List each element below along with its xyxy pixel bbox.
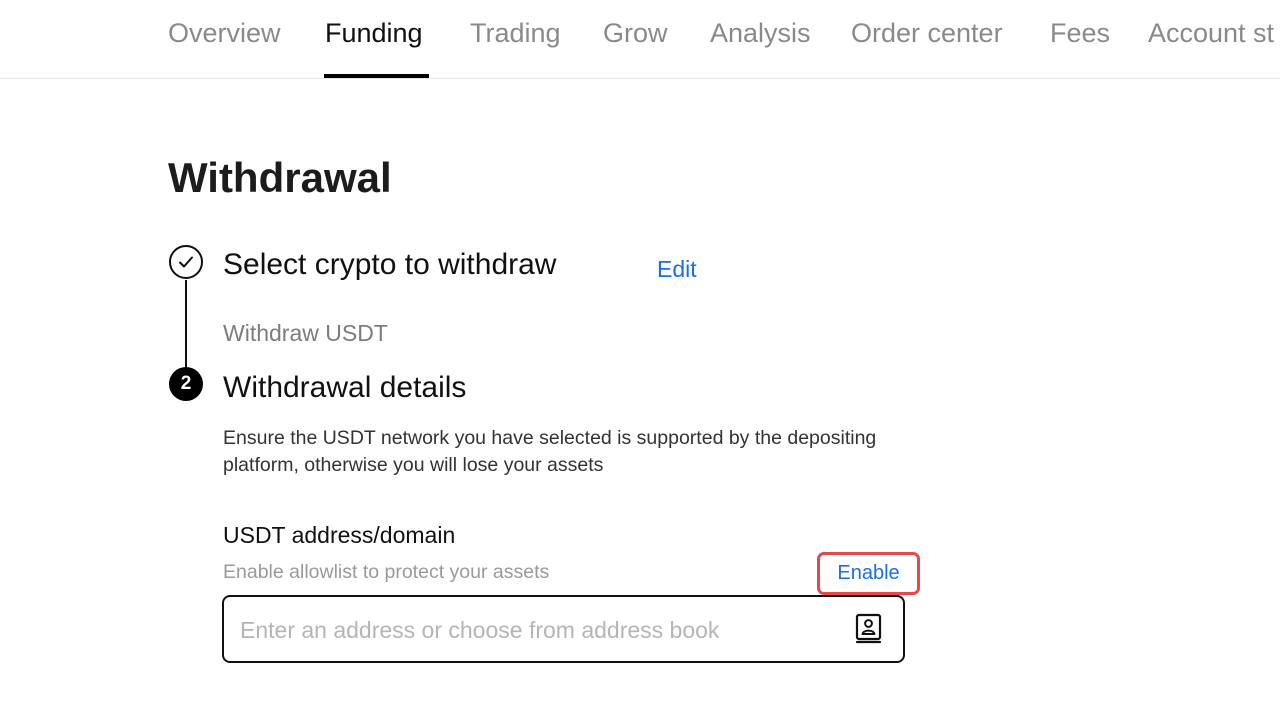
address-input[interactable] [238, 597, 842, 663]
nav-tab-funding[interactable]: Funding [325, 18, 423, 49]
step-1-summary: Withdraw USDT [223, 320, 388, 346]
nav-tab-overview[interactable]: Overview [168, 18, 281, 49]
top-navigation: Overview Funding Trading Grow Analysis O… [0, 0, 1280, 79]
nav-tab-account-statement[interactable]: Account st [1148, 18, 1274, 49]
address-field-label: USDT address/domain [223, 522, 456, 548]
nav-tab-order-center[interactable]: Order center [851, 18, 1003, 49]
step-connector-line [185, 280, 187, 368]
address-input-container [222, 595, 905, 663]
network-warning-notice: Ensure the USDT network you have selecte… [223, 427, 877, 476]
nav-tab-analysis[interactable]: Analysis [710, 18, 811, 49]
nav-tab-trading[interactable]: Trading [470, 18, 561, 49]
enable-allowlist-link[interactable]: Enable [837, 562, 899, 585]
step-1-completed-indicator [169, 245, 203, 279]
nav-tab-fees[interactable]: Fees [1050, 18, 1110, 49]
checkmark-icon [179, 256, 193, 268]
step-1-title: Select crypto to withdraw [223, 248, 557, 281]
step-2-title: Withdrawal details [223, 371, 467, 404]
active-tab-indicator [324, 74, 429, 78]
enable-allowlist-highlight: Enable [817, 552, 920, 595]
step-2-indicator: 2 [169, 367, 203, 401]
page-title: Withdrawal [168, 154, 392, 201]
address-book-icon[interactable] [854, 613, 884, 645]
edit-step-1-link[interactable]: Edit [657, 256, 697, 283]
allowlist-hint: Enable allowlist to protect your assets [223, 561, 550, 583]
nav-tab-grow[interactable]: Grow [603, 18, 668, 49]
